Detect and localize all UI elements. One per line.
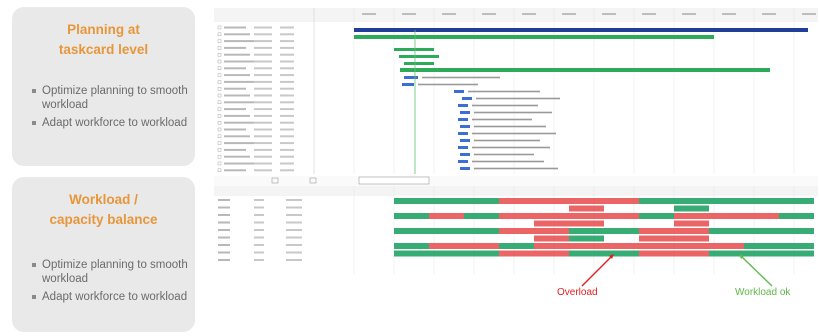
- overload-arrow: [581, 255, 613, 287]
- workload-ok-label: Workload ok: [735, 287, 791, 298]
- workload-ok-arrow: [740, 255, 773, 287]
- annotation-arrows: [581, 254, 773, 287]
- overload-label: Overload: [557, 287, 598, 298]
